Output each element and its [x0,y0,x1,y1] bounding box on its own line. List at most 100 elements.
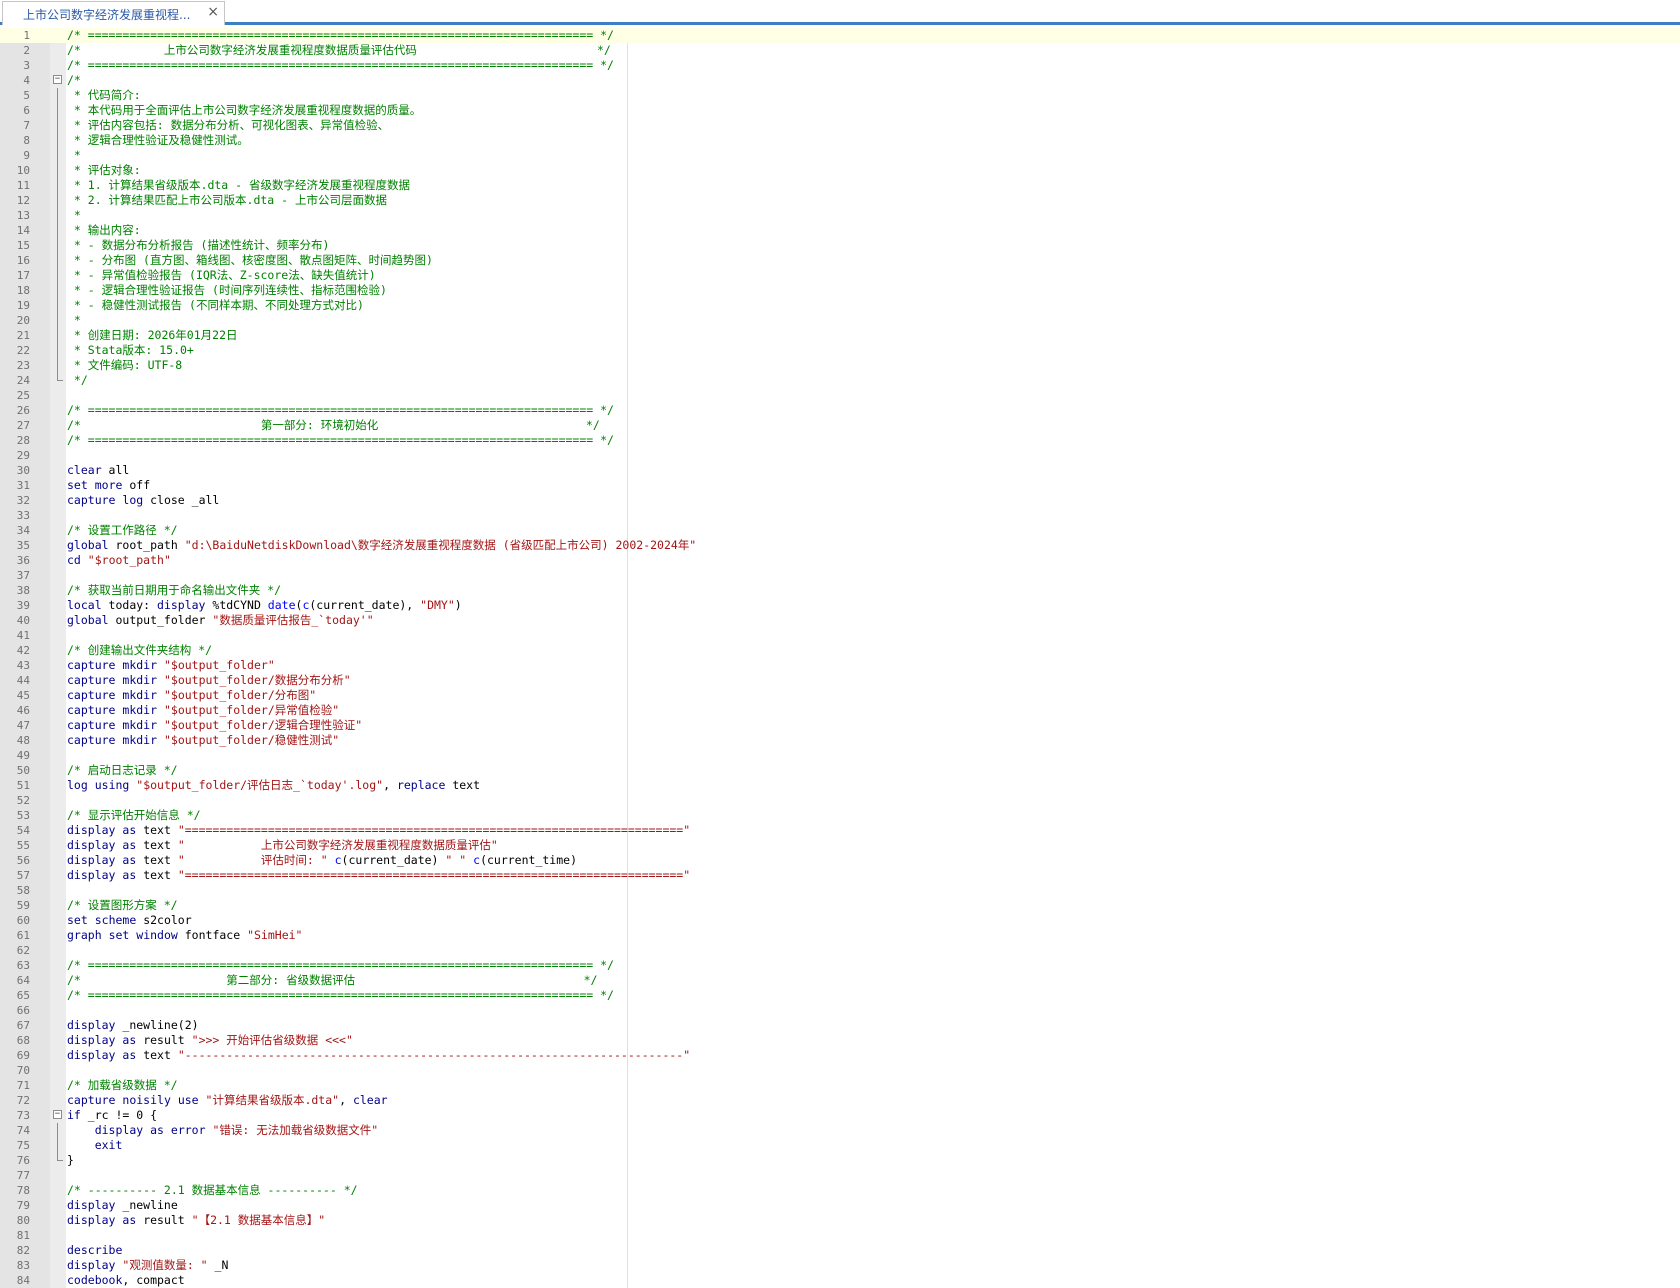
code-line[interactable]: 73 − if _rc != 0 { [0,1108,1680,1123]
code-line[interactable]: 67 display _newline(2) [0,1018,1680,1033]
code-line[interactable]: 49 [0,748,1680,763]
code-line[interactable]: 25 [0,388,1680,403]
line-number: 9 [23,149,30,162]
code-token: date [267,598,296,612]
code-token: if [67,1108,81,1122]
code-line[interactable]: 1 /* ====================================… [0,28,1680,43]
code-line[interactable]: 78 /* ---------- 2.1 数据基本信息 ---------- */ [0,1183,1680,1198]
code-line[interactable]: 37 [0,568,1680,583]
code-line[interactable]: 80 display as result "【2.1 数据基本信息】" [0,1213,1680,1228]
code-line[interactable]: 59 /* 设置图形方案 */ [0,898,1680,913]
code-line[interactable]: 63 /* ===================================… [0,958,1680,973]
code-line[interactable]: 13 * [0,208,1680,223]
code-line[interactable]: 19 * - 稳健性测试报告 (不同样本期、不同处理方式对比) [0,298,1680,313]
code-token: local [67,598,102,612]
code-line[interactable]: 82 describe [0,1243,1680,1258]
code-line[interactable]: 20 * [0,313,1680,328]
code-editor[interactable]: 1 /* ====================================… [0,28,1680,1288]
code-line[interactable]: 64 /* 第二部分: 省级数据评估 */ [0,973,1680,988]
code-text: display as error "错误: 无法加载省级数据文件" [67,1123,378,1138]
code-line[interactable]: 84 codebook, compact [0,1273,1680,1288]
code-line[interactable]: 62 [0,943,1680,958]
code-line[interactable]: 72 capture noisily use "计算结果省级版本.dta", cl… [0,1093,1680,1108]
code-line[interactable]: 83 display "观测值数量: " _N [0,1258,1680,1273]
code-line[interactable]: 28 /* ===================================… [0,433,1680,448]
code-text: display _newline [67,1198,178,1213]
code-line[interactable]: 41 [0,628,1680,643]
code-line[interactable]: 81 [0,1228,1680,1243]
code-line[interactable]: 76} [0,1153,1680,1168]
code-line[interactable]: 5 * 代码简介: [0,88,1680,103]
fold-collapse-icon[interactable]: − [53,1110,62,1119]
code-line[interactable]: 65 /* ===================================… [0,988,1680,1003]
code-line[interactable]: 48 capture mkdir "$output_folder/稳健性测试" [0,733,1680,748]
code-line[interactable]: 16 * - 分布图 (直方图、箱线图、核密度图、散点图矩阵、时间趋势图) [0,253,1680,268]
code-line[interactable]: 2 /* 上市公司数字经济发展重视程度数据质量评估代码 */ [0,43,1680,58]
code-line[interactable]: 66 [0,1003,1680,1018]
code-line[interactable]: 55 display as text " 上市公司数字经济发展重视程度数据质量评估… [0,838,1680,853]
code-line[interactable]: 71 /* 加载省级数据 */ [0,1078,1680,1093]
code-line[interactable]: 56 display as text " 评估时间: " c(current_da… [0,853,1680,868]
code-line[interactable]: 45 capture mkdir "$output_folder/分布图" [0,688,1680,703]
fold-end-marker [57,1153,63,1161]
code-line[interactable]: 50 /* 启动日志记录 */ [0,763,1680,778]
fold-collapse-icon[interactable]: − [53,75,62,84]
code-line[interactable]: 42 /* 创建输出文件夹结构 */ [0,643,1680,658]
code-line[interactable]: 10 * 评估对象: [0,163,1680,178]
code-line[interactable]: 26 /* ===================================… [0,403,1680,418]
code-line[interactable]: 4 −/* [0,73,1680,88]
code-line[interactable]: 54 display as text "=====================… [0,823,1680,838]
code-line[interactable]: 51 log using "$output_folder/评估日志_`today'… [0,778,1680,793]
code-line[interactable]: 23 * 文件编码: UTF-8 [0,358,1680,373]
code-line[interactable]: 77 [0,1168,1680,1183]
code-line[interactable]: 27 /* 第一部分: 环境初始化 */ [0,418,1680,433]
code-line[interactable]: 75 exit [0,1138,1680,1153]
code-line[interactable]: 29 [0,448,1680,463]
code-line[interactable]: 53 /* 显示评估开始信息 */ [0,808,1680,823]
code-line[interactable]: 43 capture mkdir "$output_folder" [0,658,1680,673]
file-tab-title[interactable]: 上市公司数字经济发展重视程... [23,6,203,23]
code-line[interactable]: 68 display as result ">>> 开始评估省级数据 <<<" [0,1033,1680,1048]
fold-line-marker [57,238,58,253]
code-line[interactable]: 60 set scheme s2color [0,913,1680,928]
code-line[interactable]: 44 capture mkdir "$output_folder/数据分布分析" [0,673,1680,688]
code-line[interactable]: 69 display as text "---------------------… [0,1048,1680,1063]
code-line[interactable]: 3 /* ====================================… [0,58,1680,73]
code-line[interactable]: 9 * [0,148,1680,163]
code-line[interactable]: 39 local today: display %tdCYND date(c(cu… [0,598,1680,613]
code-line[interactable]: 74 display as error "错误: 无法加载省级数据文件" [0,1123,1680,1138]
code-line[interactable]: 8 * 逻辑合理性验证及稳健性测试。 [0,133,1680,148]
code-line[interactable]: 31 set more off [0,478,1680,493]
code-line[interactable]: 14 * 输出内容: [0,223,1680,238]
code-text: display _newline(2) [67,1018,199,1033]
code-line[interactable]: 12 * 2. 计算结果匹配上市公司版本.dta - 上市公司层面数据 [0,193,1680,208]
code-line[interactable]: 38 /* 获取当前日期用于命名输出文件夹 */ [0,583,1680,598]
code-line[interactable]: 57 display as text "=====================… [0,868,1680,883]
code-line[interactable]: 40 global output_folder "数据质量评估报告_`today'… [0,613,1680,628]
code-line[interactable]: 6 * 本代码用于全面评估上市公司数字经济发展重视程度数据的质量。 [0,103,1680,118]
code-line[interactable]: 79 display _newline [0,1198,1680,1213]
code-line[interactable]: 34 /* 设置工作路径 */ [0,523,1680,538]
code-line[interactable]: 61 graph set window fontface "SimHei" [0,928,1680,943]
code-line[interactable]: 58 [0,883,1680,898]
code-line[interactable]: 52 [0,793,1680,808]
code-line[interactable]: 70 [0,1063,1680,1078]
code-line[interactable]: 17 * - 异常值检验报告 (IQR法、Z-score法、缺失值统计) [0,268,1680,283]
file-tab[interactable]: 上市公司数字经济发展重视程... × [2,1,225,25]
code-line[interactable]: 32 capture log close _all [0,493,1680,508]
code-line[interactable]: 11 * 1. 计算结果省级版本.dta - 省级数字经济发展重视程度数据 [0,178,1680,193]
code-line[interactable]: 7 * 评估内容包括: 数据分布分析、可视化图表、异常值检验、 [0,118,1680,133]
code-line[interactable]: 35 global root_path "d:\BaiduNetdiskDownl… [0,538,1680,553]
code-line[interactable]: 22 * Stata版本: 15.0+ [0,343,1680,358]
code-line[interactable]: 15 * - 数据分布分析报告 (描述性统计、频率分布) [0,238,1680,253]
code-line[interactable]: 33 [0,508,1680,523]
code-line[interactable]: 18 * - 逻辑合理性验证报告 (时间序列连续性、指标范围检验) [0,283,1680,298]
code-line[interactable]: 24 */ [0,373,1680,388]
code-line[interactable]: 47 capture mkdir "$output_folder/逻辑合理性验证" [0,718,1680,733]
code-line[interactable]: 21 * 创建日期: 2026年01月22日 [0,328,1680,343]
close-icon[interactable]: × [207,4,219,20]
code-line[interactable]: 36 cd "$root_path" [0,553,1680,568]
code-line[interactable]: 46 capture mkdir "$output_folder/异常值检验" [0,703,1680,718]
code-line[interactable]: 30 clear all [0,463,1680,478]
